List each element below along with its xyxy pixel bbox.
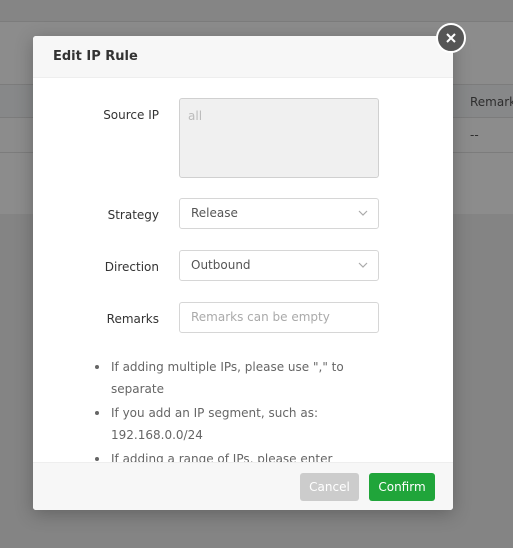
edit-ip-rule-dialog: Edit IP Rule Source IP all Strategy Rele… <box>33 36 453 510</box>
remarks-input[interactable]: Remarks can be empty <box>179 302 379 333</box>
dialog-title: Edit IP Rule <box>53 49 138 64</box>
direction-select[interactable]: Outbound <box>179 250 379 281</box>
source-ip-label: Source IP <box>103 108 159 122</box>
source-ip-placeholder: all <box>188 109 203 123</box>
dialog-header: Edit IP Rule <box>33 36 453 78</box>
strategy-label: Strategy <box>107 208 159 222</box>
tip-item: If adding multiple IPs, please use "," t… <box>95 356 395 400</box>
chevron-down-icon <box>358 210 368 216</box>
confirm-button[interactable]: Confirm <box>369 473 435 501</box>
remarks-placeholder: Remarks can be empty <box>191 310 330 324</box>
chevron-down-icon <box>358 262 368 268</box>
dialog-footer: Cancel Confirm <box>33 462 453 510</box>
direction-value: Outbound <box>191 258 251 272</box>
strategy-select[interactable]: Release <box>179 198 379 229</box>
strategy-value: Release <box>191 206 238 220</box>
remarks-label: Remarks <box>106 312 159 326</box>
cancel-button[interactable]: Cancel <box>300 473 359 501</box>
tip-item: If you add an IP segment, such as: 192.1… <box>95 402 395 446</box>
close-icon <box>446 33 456 43</box>
close-button[interactable] <box>436 23 466 53</box>
source-ip-textarea[interactable]: all <box>179 98 379 178</box>
direction-label: Direction <box>104 260 159 274</box>
